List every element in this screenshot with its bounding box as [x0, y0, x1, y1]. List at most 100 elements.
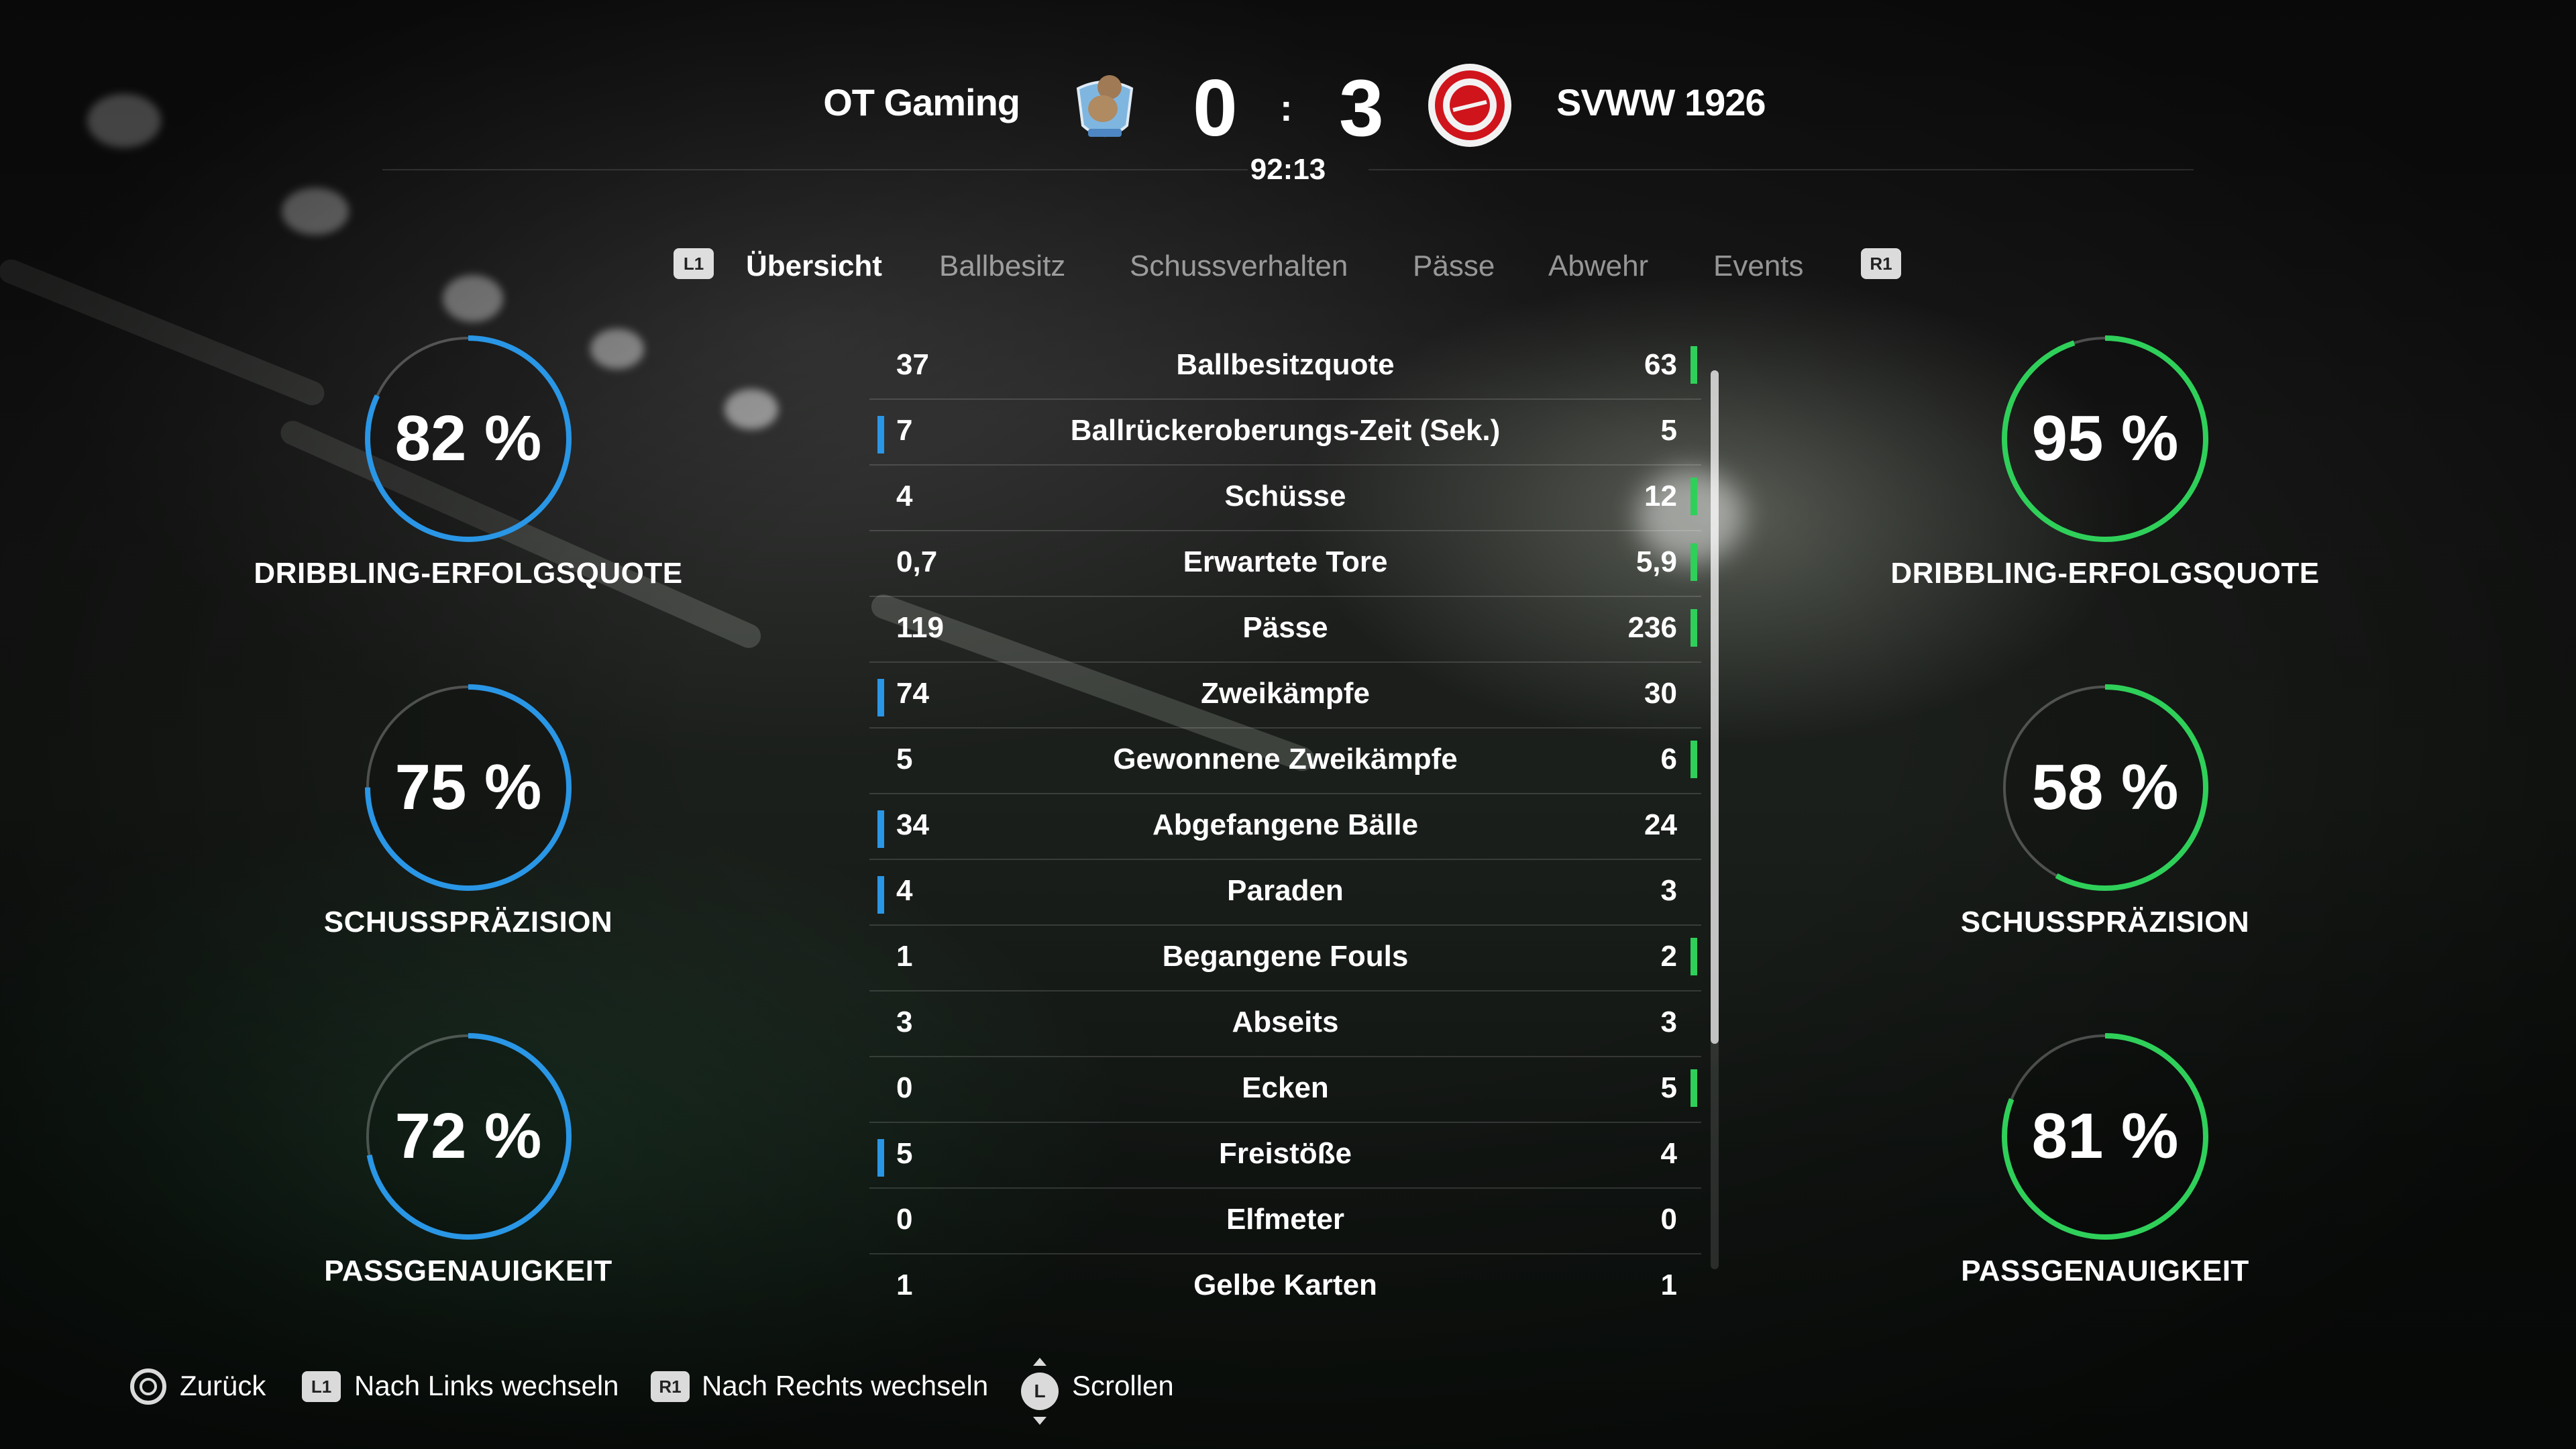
away-stat-value: 24	[1644, 808, 1677, 841]
stat-label: Freistöße	[1218, 1137, 1352, 1170]
switch-right-hint[interactable]: Nach Rechts wechseln	[702, 1370, 988, 1402]
away-stat-value: 236	[1627, 611, 1677, 644]
stat-label: Abgefangene Bälle	[1152, 808, 1419, 841]
stats-table[interactable]: 37 Ballbesitzquote 63 7 Ballrückeroberungs-Z…	[869, 333, 1701, 1312]
stat-row: 7 Ballrückeroberungs-Zeit (Sek.) 5	[869, 398, 1701, 466]
stat-label: Ballrückeroberungs-Zeit (Sek.)	[1070, 414, 1501, 447]
left-stick-icon: L	[1021, 1355, 1059, 1436]
away-stat-value: 5	[1660, 414, 1677, 447]
back-hint[interactable]: Zurück	[180, 1370, 266, 1402]
tab-uebersicht[interactable]: Übersicht	[746, 250, 882, 283]
stat-label: Paraden	[1227, 874, 1344, 907]
stat-row: 5 Freistöße 4	[869, 1122, 1701, 1189]
scroll-hint[interactable]: Scrollen	[1072, 1370, 1174, 1402]
home-stat-value: 37	[896, 348, 929, 381]
home-stat-value: 1	[896, 940, 913, 973]
stat-row: 0,7 Erwartete Tore 5,9	[869, 530, 1701, 597]
home-shot-accuracy-ring: 75 %	[361, 680, 576, 895]
away-stat-value: 12	[1644, 480, 1677, 513]
away-shot-accuracy-label: SCHUSSPRÄZISION	[1960, 906, 2250, 938]
home-stat-value: 1	[896, 1269, 913, 1301]
stat-label: Pässe	[1242, 611, 1328, 644]
l1-button-icon[interactable]: L1	[674, 248, 714, 279]
home-leader-bar	[877, 876, 884, 914]
away-stat-value: 0	[1660, 1203, 1677, 1236]
home-team-crest-icon	[1061, 62, 1148, 149]
home-pass-accuracy-ring: 72 %	[361, 1029, 576, 1244]
away-leader-bar	[1690, 478, 1697, 515]
stat-row: 119 Pässe 236	[869, 596, 1701, 663]
match-clock: 92:13	[1250, 153, 1326, 186]
stats-tab-bar: L1 Übersicht Ballbesitz Schussverhalten …	[0, 243, 2576, 297]
away-leader-bar	[1690, 609, 1697, 647]
header-divider-left	[382, 169, 1248, 170]
home-stat-value: 7	[896, 414, 913, 447]
home-stat-value: 5	[896, 1137, 913, 1170]
home-leader-bar	[877, 679, 884, 716]
home-score: 0	[1193, 63, 1238, 153]
stat-label: Gewonnene Zweikämpfe	[1113, 743, 1458, 775]
tab-abwehr[interactable]: Abwehr	[1548, 250, 1648, 283]
tab-events[interactable]: Events	[1713, 250, 1804, 283]
away-stat-value: 1	[1660, 1269, 1677, 1301]
stat-row: 3 Abseits 3	[869, 990, 1701, 1057]
stat-row: 74 Zweikämpfe 30	[869, 661, 1701, 729]
tab-ballbesitz[interactable]: Ballbesitz	[939, 250, 1065, 283]
home-stat-value: 3	[896, 1006, 913, 1038]
home-shot-accuracy-label: SCHUSSPRÄZISION	[323, 906, 613, 938]
stat-label: Gelbe Karten	[1193, 1269, 1377, 1301]
away-team-crest-icon	[1426, 62, 1513, 149]
home-stat-value: 74	[896, 677, 929, 710]
home-dribbling-label: DRIBBLING-ERFOLGSQUOTE	[254, 557, 683, 590]
away-stat-value: 30	[1644, 677, 1677, 710]
home-dribbling-value: 82 %	[394, 402, 542, 474]
stat-label: Begangene Fouls	[1162, 940, 1409, 973]
away-stat-value: 5,9	[1635, 545, 1677, 578]
stat-row: 34 Abgefangene Bälle 24	[869, 793, 1701, 860]
stat-row: 4 Paraden 3	[869, 859, 1701, 926]
home-stat-value: 0	[896, 1203, 913, 1236]
stats-scroll-thumb[interactable]	[1711, 370, 1719, 1044]
home-stat-value: 4	[896, 874, 913, 907]
stat-label: Elfmeter	[1226, 1203, 1345, 1236]
stat-label: Schüsse	[1224, 480, 1346, 513]
home-leader-bar	[877, 810, 884, 848]
away-stat-value: 2	[1660, 940, 1677, 973]
away-score: 3	[1339, 63, 1384, 153]
home-stat-value: 0	[896, 1071, 913, 1104]
switch-left-hint[interactable]: Nach Links wechseln	[354, 1370, 619, 1402]
stat-row: 37 Ballbesitzquote 63	[869, 333, 1701, 400]
stats-scrollbar[interactable]	[1711, 370, 1719, 1269]
home-dribbling-ring: 82 %	[361, 331, 576, 546]
r1-button-icon[interactable]: R1	[1861, 248, 1901, 279]
tab-schussverhalten[interactable]: Schussverhalten	[1130, 250, 1348, 283]
away-stat-value: 5	[1660, 1071, 1677, 1104]
away-pass-accuracy-ring: 81 %	[1998, 1029, 2212, 1244]
score-separator: :	[1280, 87, 1293, 129]
away-shot-accuracy-ring: 58 %	[1998, 680, 2212, 895]
away-stat-value: 3	[1660, 874, 1677, 907]
stat-label: Ballbesitzquote	[1176, 348, 1395, 381]
away-team-name: SVWW 1926	[1556, 81, 1766, 123]
stat-row: 0 Ecken 5	[869, 1056, 1701, 1123]
away-dribbling-ring: 95 %	[1998, 331, 2212, 546]
tab-paesse[interactable]: Pässe	[1413, 250, 1495, 283]
home-stat-value: 4	[896, 480, 913, 513]
stat-label: Erwartete Tore	[1183, 545, 1388, 578]
home-stat-value: 34	[896, 808, 929, 841]
away-leader-bar	[1690, 346, 1697, 384]
away-leader-bar	[1690, 938, 1697, 975]
home-stat-value: 5	[896, 743, 913, 775]
stat-label: Abseits	[1232, 1006, 1339, 1038]
away-pass-accuracy-value: 81 %	[2031, 1100, 2179, 1172]
away-pass-accuracy-label: PASSGENAUIGKEIT	[1961, 1254, 2249, 1287]
home-leader-bar	[877, 416, 884, 453]
home-stat-value: 119	[896, 611, 944, 644]
away-stat-value: 4	[1660, 1137, 1677, 1170]
l1-hint-icon: L1	[302, 1371, 341, 1402]
stat-row: 5 Gewonnene Zweikämpfe 6	[869, 727, 1701, 794]
stat-label: Ecken	[1242, 1071, 1329, 1104]
home-shot-accuracy-value: 75 %	[394, 751, 542, 823]
stat-row: 1 Begangene Fouls 2	[869, 924, 1701, 991]
header-divider-right	[1368, 169, 2194, 170]
